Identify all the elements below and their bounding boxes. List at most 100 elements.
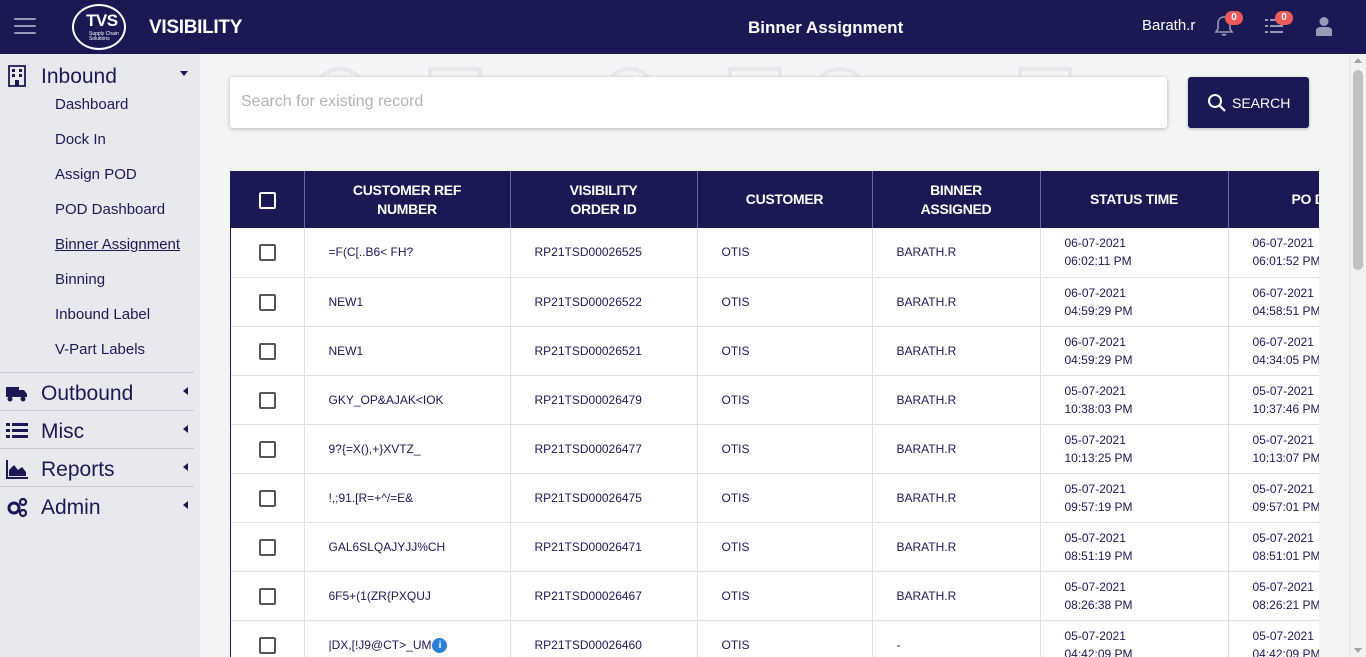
- search-input[interactable]: [241, 87, 1141, 117]
- row-select-cell: [231, 326, 305, 376]
- row-checkbox[interactable]: [258, 538, 276, 556]
- status-time: 04:59:29 PM: [1064, 352, 1133, 367]
- status-time: 04:42:09 PM: [1064, 646, 1133, 657]
- brand-title: VISIBILITY: [149, 17, 243, 38]
- row-checkbox[interactable]: [258, 244, 276, 262]
- po-date: 05-07-2021: [1252, 530, 1314, 545]
- table-header-row: CUSTOMER REF NUMBER VISIBILITY ORDER ID …: [231, 171, 1319, 228]
- chevron-left-icon: [183, 425, 188, 433]
- row-checkbox[interactable]: [258, 587, 276, 605]
- po-date: 05-07-2021: [1252, 383, 1314, 398]
- cell-po-date: 06-07-2021 06:01:52 PM: [1228, 228, 1319, 278]
- cell-customer: OTIS: [697, 620, 873, 657]
- records-table-container[interactable]: CUSTOMER REF NUMBER VISIBILITY ORDER ID …: [230, 171, 1319, 657]
- user-name[interactable]: Barath.r: [1142, 17, 1195, 34]
- table-row[interactable]: 6F5+(1(ZR{PXQUJ RP21TSD00026467 OTIS BARATH…: [231, 571, 1319, 621]
- po-time: 04:58:51 PM: [1252, 303, 1320, 318]
- sidebar-item-binning[interactable]: Binning: [55, 271, 105, 288]
- cell-status-time: 06-07-2021 04:59:29 PM: [1040, 326, 1229, 376]
- page-scrollbar[interactable]: [1349, 54, 1366, 657]
- table-row[interactable]: GKY_OP&AJAK<IOK RP21TSD00026479 OTIS BARATH…: [231, 375, 1319, 425]
- header-po-date[interactable]: PO DATE: [1228, 171, 1319, 228]
- row-checkbox[interactable]: [258, 636, 276, 654]
- scrollbar-thumb[interactable]: [1353, 70, 1363, 270]
- sidebar-section-inbound[interactable]: Inbound: [0, 57, 194, 93]
- list-icon: [6, 423, 28, 438]
- table-row[interactable]: =F(C[..B6< FH? RP21TSD00026525 OTIS BARATH.…: [231, 228, 1319, 278]
- select-all-header: [231, 171, 305, 228]
- user-avatar-icon[interactable]: [1315, 16, 1333, 36]
- table-row[interactable]: !,;91.[R=+^/=E& RP21TSD00026475 OTIS BARATH…: [231, 473, 1319, 523]
- status-date: 06-07-2021: [1064, 285, 1126, 300]
- cell-status-time: 06-07-2021 06:02:11 PM: [1040, 228, 1229, 278]
- status-date: 05-07-2021: [1064, 481, 1126, 496]
- hamburger-menu-icon[interactable]: [14, 18, 36, 36]
- sidebar-item-dashboard[interactable]: Dashboard: [55, 96, 128, 113]
- po-date: 06-07-2021: [1252, 236, 1314, 251]
- tvs-logo[interactable]: TVS Supply Chain Solutions: [72, 4, 126, 50]
- scroll-up-arrow-icon[interactable]: [1354, 58, 1362, 63]
- cell-customer-ref: NEW1: [304, 326, 511, 376]
- row-checkbox[interactable]: [258, 293, 276, 311]
- po-date: 06-07-2021: [1252, 285, 1314, 300]
- row-checkbox[interactable]: [258, 489, 276, 507]
- cell-customer-ref: NEW1: [304, 277, 511, 327]
- area-chart-icon: [6, 460, 28, 479]
- sidebar-item-pod-dashboard[interactable]: POD Dashboard: [55, 201, 165, 218]
- customer-ref-value: NEW1: [328, 343, 364, 358]
- table-row[interactable]: NEW1 RP21TSD00026522 OTIS BARATH.R 06-07-202…: [231, 277, 1320, 327]
- cell-status-time: 05-07-2021 04:42:09 PM: [1040, 620, 1229, 657]
- row-select-cell: [231, 620, 305, 657]
- sidebar-section-outbound[interactable]: Outbound: [0, 374, 194, 410]
- cell-customer: OTIS: [697, 375, 873, 425]
- po-date: 05-07-2021: [1252, 432, 1314, 447]
- cell-order-id: RP21TSD00026475: [510, 473, 698, 523]
- search-button[interactable]: SEARCH: [1188, 77, 1309, 128]
- header-customer[interactable]: CUSTOMER: [697, 171, 873, 228]
- sidebar-section-label: Misc: [41, 420, 85, 443]
- cell-order-id: RP21TSD00026479: [510, 375, 698, 425]
- header-binner-assigned[interactable]: BINNER ASSIGNED: [872, 171, 1041, 228]
- sidebar-section-misc[interactable]: Misc: [0, 412, 194, 448]
- chevron-left-icon: [183, 463, 188, 471]
- main-content: SEARCH CUSTOMER REF NUMBER VISIBILITY OR…: [200, 54, 1349, 657]
- cell-binner: BARATH.R: [872, 571, 1041, 621]
- row-select-cell: [231, 375, 305, 425]
- cell-binner: BARATH.R: [872, 277, 1041, 327]
- table-row[interactable]: |DX,[!J9@CT>_UM i RP21TSD00026460 OTIS -05-0…: [231, 620, 1319, 657]
- cell-binner: BARATH.R: [872, 473, 1041, 523]
- cell-binner: BARATH.R: [872, 522, 1041, 572]
- sidebar-section-label: Admin: [41, 496, 101, 519]
- customer-ref-value: 9?{=X(),+}XVTZ_: [328, 441, 421, 456]
- sidebar-item-dock-in[interactable]: Dock In: [55, 131, 106, 148]
- row-checkbox[interactable]: [258, 440, 276, 458]
- header-order-id[interactable]: VISIBILITY ORDER ID: [510, 171, 698, 228]
- table-row[interactable]: GAL6SLQAJYJJ%CH RP21TSD00026471 OTIS BARATH…: [231, 522, 1320, 572]
- row-checkbox[interactable]: [258, 391, 276, 409]
- table-row[interactable]: NEW1 RP21TSD00026521 OTIS BARATH.R 06-07-202…: [231, 326, 1320, 376]
- status-time: 08:26:38 PM: [1064, 597, 1133, 612]
- sidebar-section-reports[interactable]: Reports: [0, 450, 194, 486]
- select-all-checkbox[interactable]: [258, 191, 276, 209]
- header-status-time[interactable]: STATUS TIME: [1040, 171, 1229, 228]
- cell-order-id: RP21TSD00026522: [510, 277, 698, 327]
- records-table: CUSTOMER REF NUMBER VISIBILITY ORDER ID …: [231, 171, 1319, 657]
- sidebar-item-v-part-labels[interactable]: V-Part Labels: [55, 341, 145, 358]
- table-row[interactable]: 9?{=X(),+}XVTZ_ RP21TSD00026477 OTIS BARATH…: [231, 424, 1319, 474]
- po-time: 08:51:01 PM: [1252, 548, 1320, 563]
- header-customer-ref[interactable]: CUSTOMER REF NUMBER: [304, 171, 511, 228]
- cell-binner: BARATH.R: [872, 228, 1041, 278]
- row-checkbox[interactable]: [258, 342, 276, 360]
- sidebar-item-binner-assignment[interactable]: Binner Assignment: [55, 236, 180, 253]
- divider: [0, 410, 194, 411]
- po-time: 04:34:05 PM: [1252, 352, 1320, 367]
- divider: [0, 486, 194, 487]
- info-icon[interactable]: i: [432, 637, 448, 653]
- sidebar-item-assign-pod[interactable]: Assign POD: [55, 166, 137, 183]
- cell-customer-ref: GKY_OP&AJAK<IOK: [304, 375, 511, 425]
- cell-po-date: 05-07-2021 08:51:01 PM: [1228, 522, 1320, 572]
- cell-po-date: 05-07-2021 08:26:21 PM: [1228, 571, 1319, 621]
- sidebar-item-inbound-label[interactable]: Inbound Label: [55, 306, 150, 323]
- sidebar-section-admin[interactable]: Admin: [0, 488, 194, 524]
- scroll-down-arrow-icon[interactable]: [1354, 648, 1362, 653]
